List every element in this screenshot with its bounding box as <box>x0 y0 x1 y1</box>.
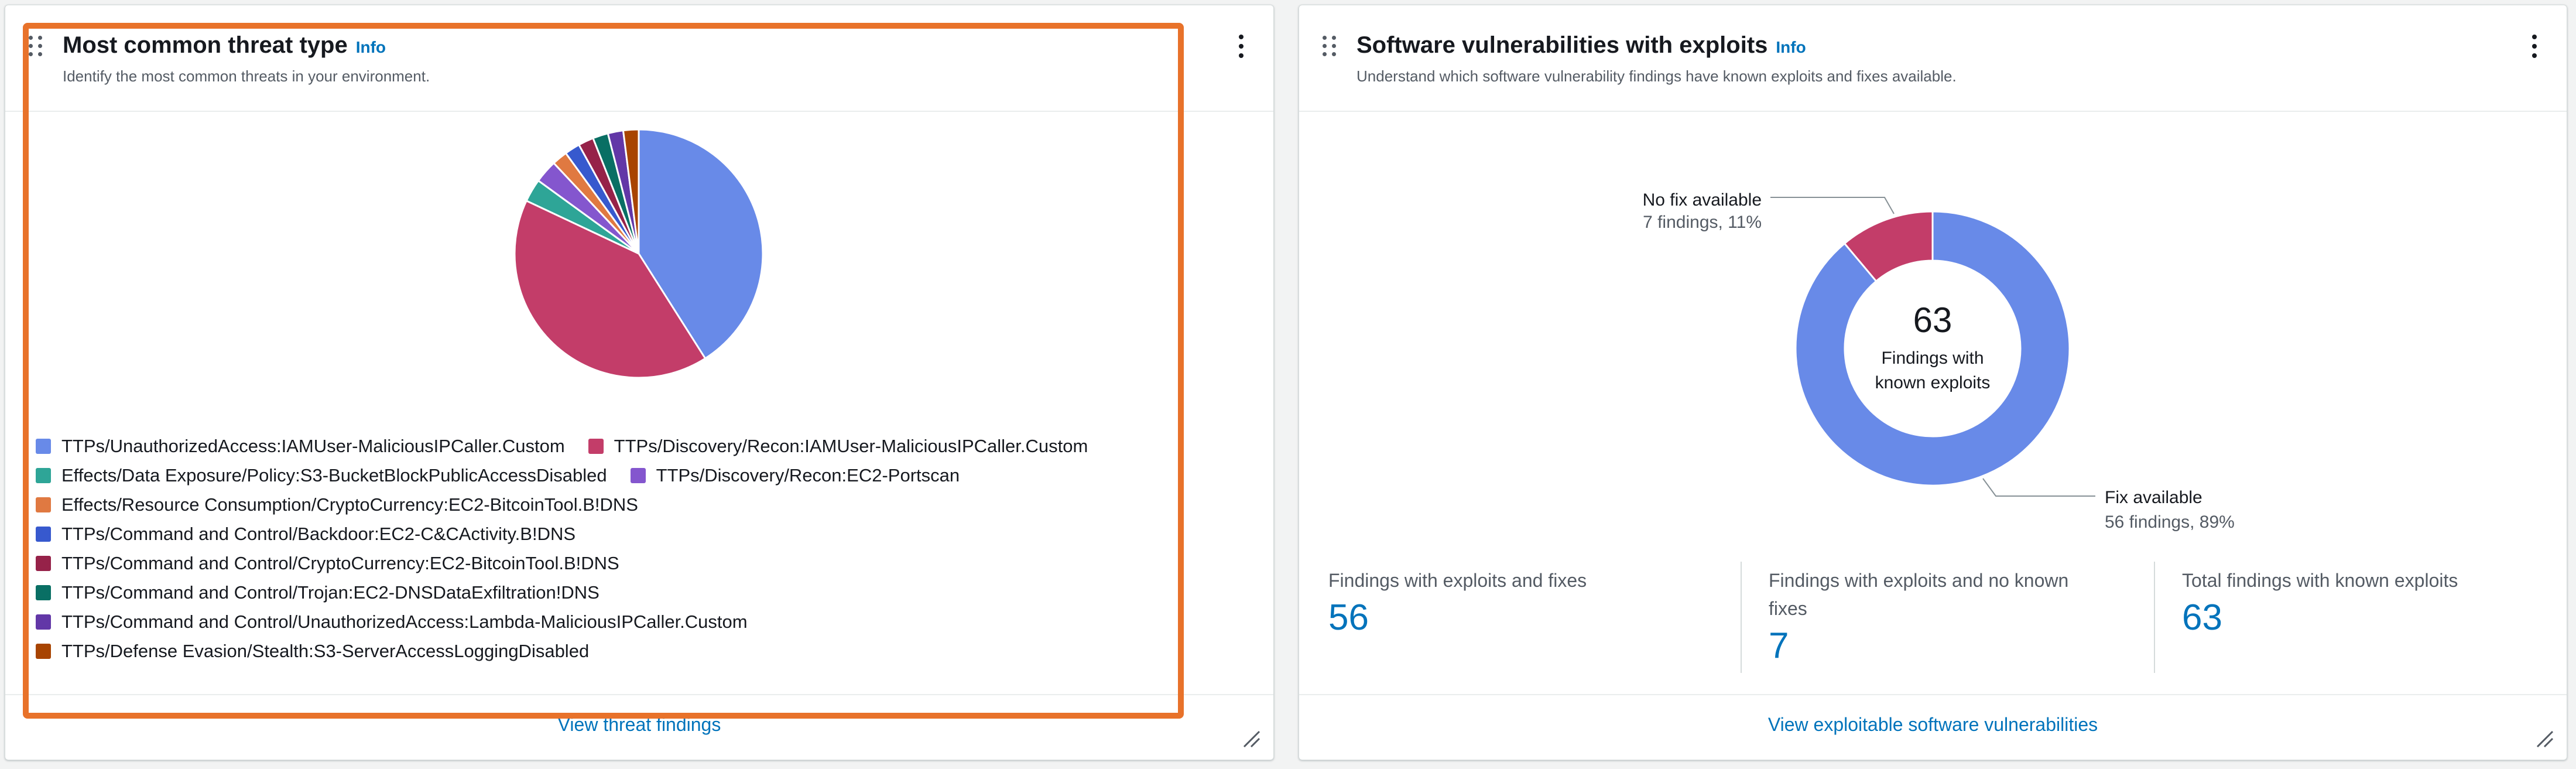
donut-center-label-2: known exploits <box>1875 373 1991 392</box>
widget-footer: View threat findings <box>5 694 1273 760</box>
stat-label: fixes <box>1769 598 1807 619</box>
threat-type-widget: Most common threat type Info Identify the… <box>5 5 1274 760</box>
legend-swatch-8 <box>36 614 51 630</box>
legend-swatch-5 <box>36 527 51 542</box>
no-fix-label: No fix available <box>1643 190 1762 210</box>
legend-swatch-2 <box>36 468 51 483</box>
legend-label: TTPs/Command and Control/CryptoCurrency:… <box>61 553 619 573</box>
stat-label: Findings with exploits and fixes <box>1328 570 1587 591</box>
fix-detail: 56 findings, 89% <box>2105 512 2235 532</box>
legend-label: TTPs/UnauthorizedAccess:IAMUser-Maliciou… <box>61 436 565 456</box>
legend-label: Effects/Resource Consumption/CryptoCurre… <box>61 494 638 515</box>
legend-swatch-9 <box>36 644 51 659</box>
stat-value[interactable]: 56 <box>1328 597 1587 638</box>
stat-label: Total findings with known exploits <box>2182 570 2458 591</box>
legend-item[interactable]: TTPs/Command and Control/UnauthorizedAcc… <box>36 607 748 637</box>
legend-item[interactable]: TTPs/UnauthorizedAccess:IAMUser-Maliciou… <box>36 432 565 461</box>
widget-footer: View exploitable software vulnerabilitie… <box>1299 694 2567 760</box>
view-exploitable-vulnerabilities-link[interactable]: View exploitable software vulnerabilitie… <box>1299 714 2567 736</box>
legend-swatch-7 <box>36 585 51 600</box>
legend-label: TTPs/Command and Control/UnauthorizedAcc… <box>61 611 748 632</box>
legend-swatch-6 <box>36 556 51 571</box>
legend-item[interactable]: TTPs/Discovery/Recon:EC2-Portscan <box>630 461 960 490</box>
legend-label: TTPs/Command and Control/Backdoor:EC2-C&… <box>61 524 576 544</box>
donut-center-label-1: Findings with <box>1881 348 1984 368</box>
chart-legend: TTPs/UnauthorizedAccess:IAMUser-Maliciou… <box>36 432 1242 666</box>
legend-label: TTPs/Defense Evasion/Stealth:S3-ServerAc… <box>61 641 590 661</box>
legend-item[interactable]: Effects/Data Exposure/Policy:S3-BucketBl… <box>36 461 607 490</box>
legend-swatch-3 <box>630 468 646 483</box>
resize-handle-icon[interactable] <box>1241 728 1260 748</box>
legend-item[interactable]: TTPs/Command and Control/CryptoCurrency:… <box>36 549 619 578</box>
stat-value[interactable]: 7 <box>1769 625 2068 667</box>
fix-label: Fix available <box>2105 488 2202 507</box>
legend-swatch-4 <box>36 497 51 512</box>
legend-label: TTPs/Discovery/Recon:EC2-Portscan <box>656 465 960 486</box>
stat-exploits-no-fixes: Findings with exploits and no known fixe… <box>1769 566 2068 667</box>
donut-center-value: 63 <box>1913 300 1952 340</box>
stat-total-exploits: Total findings with known exploits 63 <box>2182 566 2458 638</box>
legend-item[interactable]: TTPs/Defense Evasion/Stealth:S3-ServerAc… <box>36 637 589 666</box>
software-vulnerabilities-widget: Software vulnerabilities with exploits In… <box>1299 5 2567 760</box>
vulnerabilities-donut-chart: 63 Findings with known exploits No fix a… <box>1643 190 2235 532</box>
legend-swatch-0 <box>36 439 51 454</box>
legend-swatch-1 <box>588 439 604 454</box>
view-threat-findings-link[interactable]: View threat findings <box>5 714 1273 736</box>
stat-value[interactable]: 63 <box>2182 597 2458 638</box>
legend-item[interactable]: TTPs/Discovery/Recon:IAMUser-MaliciousIP… <box>588 432 1088 461</box>
no-fix-leader-line <box>1770 197 1895 214</box>
stat-label: Findings with exploits and no known <box>1769 570 2069 591</box>
legend-label: TTPs/Command and Control/Trojan:EC2-DNSD… <box>61 582 600 603</box>
stat-exploits-and-fixes: Findings with exploits and fixes 56 <box>1328 566 1587 638</box>
threat-pie-chart <box>513 128 764 379</box>
stat-divider <box>1741 562 1742 673</box>
fix-leader-line <box>1982 478 2095 497</box>
legend-item[interactable]: TTPs/Command and Control/Trojan:EC2-DNSD… <box>36 578 600 607</box>
legend-item[interactable]: TTPs/Command and Control/Backdoor:EC2-C&… <box>36 519 576 549</box>
stat-divider <box>2154 562 2155 673</box>
legend-label: Effects/Data Exposure/Policy:S3-BucketBl… <box>61 465 607 486</box>
legend-item[interactable]: Effects/Resource Consumption/CryptoCurre… <box>36 490 638 519</box>
legend-label: TTPs/Discovery/Recon:IAMUser-MaliciousIP… <box>614 436 1088 456</box>
resize-handle-icon[interactable] <box>2534 728 2554 748</box>
no-fix-detail: 7 findings, 11% <box>1643 213 1762 232</box>
